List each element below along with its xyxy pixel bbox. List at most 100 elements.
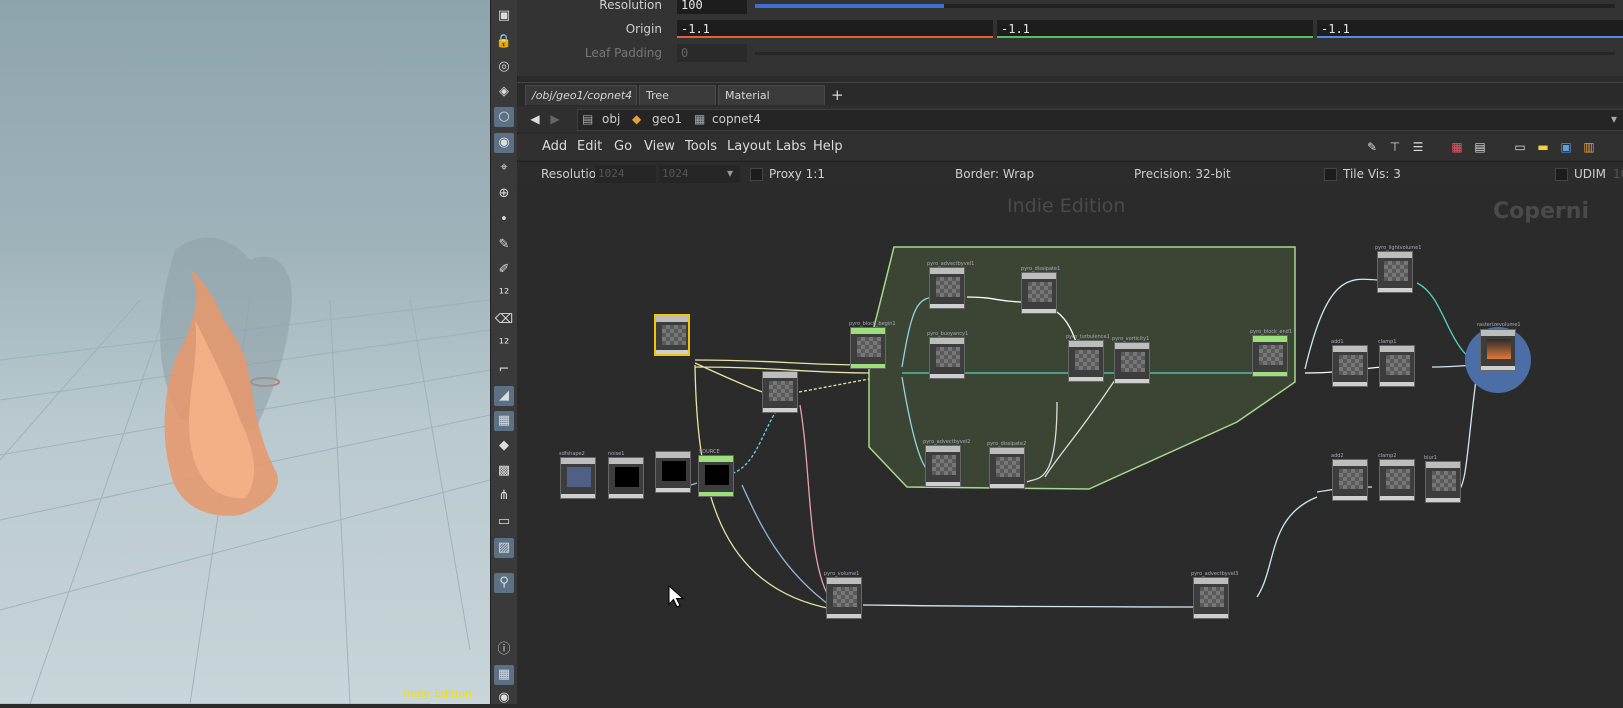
- node-dissipate-2[interactable]: [989, 447, 1025, 489]
- details-icon[interactable]: ▤: [1472, 139, 1488, 155]
- menu-labs[interactable]: Labs: [776, 134, 806, 160]
- tilevis-checkbox[interactable]: [1324, 168, 1337, 181]
- node-lightvolume[interactable]: [1377, 251, 1413, 293]
- menu-edit[interactable]: Edit: [577, 134, 602, 160]
- tree-icon[interactable]: ⊤: [1387, 139, 1403, 155]
- precision-label[interactable]: Precision: 32-bit: [1134, 167, 1231, 181]
- node-block-end[interactable]: [1252, 335, 1288, 377]
- pin-icon[interactable]: ⚲: [494, 573, 514, 593]
- node-advect-2[interactable]: [925, 445, 961, 487]
- res-x-field[interactable]: 1024: [595, 165, 656, 183]
- frame-icon[interactable]: ▭: [494, 512, 514, 532]
- lock-icon[interactable]: 🔒: [494, 32, 514, 52]
- copnet-icon: ▦: [694, 112, 706, 126]
- menu-view[interactable]: View: [644, 134, 675, 160]
- eraser-icon[interactable]: ⌫: [494, 310, 514, 330]
- diamond-icon[interactable]: ◆: [494, 436, 514, 456]
- palette-icon[interactable]: ▥: [1581, 139, 1597, 155]
- network-box-icon[interactable]: ▭: [1512, 139, 1528, 155]
- node-blur[interactable]: [1425, 461, 1461, 503]
- tab-copnet4[interactable]: /obj/geo1/copnet4×: [525, 85, 651, 105]
- udim-checkbox[interactable]: [1555, 168, 1568, 181]
- tab-material-palette[interactable]: Material Palette×: [718, 85, 825, 122]
- node-advect[interactable]: [929, 267, 965, 309]
- chevron-down-icon[interactable]: ▾: [1611, 112, 1617, 126]
- tab-tree-view[interactable]: Tree View×: [639, 85, 716, 122]
- label-icon[interactable]: ¹²: [494, 335, 514, 355]
- path-item-obj[interactable]: obj: [602, 112, 620, 126]
- node-add-2[interactable]: [1332, 459, 1368, 501]
- node-icon[interactable]: ⋔: [494, 486, 514, 506]
- node-turbulence[interactable]: [1068, 340, 1104, 382]
- node-advect-first[interactable]: [762, 371, 798, 413]
- leaf-padding-field[interactable]: 0: [677, 44, 747, 62]
- menu-layout[interactable]: Layout: [727, 134, 771, 160]
- menu-go[interactable]: Go: [614, 134, 632, 160]
- select-tool-icon[interactable]: ▣: [494, 6, 514, 26]
- node-source[interactable]: [698, 455, 734, 497]
- back-arrow-icon[interactable]: ◀: [527, 111, 543, 127]
- node-sdfshape[interactable]: [560, 457, 596, 499]
- handle-icon[interactable]: ⊕: [494, 184, 514, 204]
- brush-icon[interactable]: ✎: [494, 235, 514, 255]
- headlight-icon[interactable]: ◈: [494, 82, 514, 102]
- node-source-input[interactable]: [654, 314, 690, 356]
- menu-tools[interactable]: Tools: [685, 134, 717, 160]
- node-label: blur1: [1424, 455, 1437, 461]
- node-advect-3[interactable]: [1193, 577, 1229, 619]
- camera-icon[interactable]: ◉: [494, 133, 514, 153]
- grid-view-icon[interactable]: ▦: [1449, 139, 1465, 155]
- node-label: clamp2: [1378, 453, 1397, 459]
- menu-help[interactable]: Help: [813, 134, 843, 160]
- texture-icon[interactable]: ▦: [494, 411, 514, 431]
- snap-icon[interactable]: ⌖: [494, 158, 514, 178]
- light-bulb-icon[interactable]: ◎: [494, 57, 514, 77]
- 3d-viewport[interactable]: Indie Edition: [0, 0, 490, 704]
- layout-icon[interactable]: ▦: [494, 665, 514, 685]
- light-icon[interactable]: ○: [494, 107, 514, 127]
- image-icon[interactable]: ▨: [494, 538, 514, 558]
- origin-x-field[interactable]: -1.1: [677, 20, 993, 38]
- grid-icon[interactable]: ▩: [494, 461, 514, 481]
- origin-label: Origin: [625, 22, 662, 36]
- forward-arrow-icon[interactable]: ▶: [547, 111, 563, 127]
- wrench-icon[interactable]: ✎: [1364, 139, 1380, 155]
- point-icon[interactable]: •: [494, 210, 514, 230]
- node-generator[interactable]: [655, 451, 691, 493]
- node-buoyancy[interactable]: [929, 337, 965, 379]
- measure-icon[interactable]: ⌐: [494, 360, 514, 380]
- list-icon[interactable]: ☰: [1410, 139, 1426, 155]
- node-block-begin[interactable]: [850, 327, 886, 369]
- node-label: sdfshape2: [559, 451, 585, 457]
- node-volume[interactable]: [826, 577, 862, 619]
- chevron-down-icon[interactable]: ▾: [727, 166, 733, 180]
- resolution-field[interactable]: 100: [677, 0, 747, 14]
- border-label[interactable]: Border: Wrap: [955, 167, 1034, 181]
- node-noise[interactable]: [608, 457, 644, 499]
- number-icon[interactable]: ¹²: [494, 285, 514, 305]
- pen-icon[interactable]: ✐: [494, 260, 514, 280]
- node-clamp-2[interactable]: [1379, 459, 1415, 501]
- parameter-panel: Resolution 100 Origin -1.1 -1.1 -1.1 Lea…: [517, 0, 1623, 76]
- proxy-checkbox[interactable]: [750, 168, 763, 181]
- origin-z-field[interactable]: -1.1: [1317, 20, 1623, 38]
- node-label: add2: [1331, 453, 1344, 459]
- origin-y-field[interactable]: -1.1: [997, 20, 1313, 38]
- menu-add[interactable]: Add: [542, 134, 567, 160]
- eye-icon[interactable]: ◉: [494, 688, 514, 708]
- sticky-note-icon[interactable]: ▬: [1535, 139, 1551, 155]
- node-rasterize-output[interactable]: [1480, 329, 1516, 371]
- path-item-geo1[interactable]: geo1: [652, 112, 682, 126]
- path-item-copnet4[interactable]: copnet4: [712, 112, 761, 126]
- leaf-padding-slider[interactable]: [755, 52, 1615, 55]
- node-dissipate[interactable]: [1021, 272, 1057, 314]
- node-clamp-1[interactable]: [1379, 345, 1415, 387]
- image-icon[interactable]: ▣: [1558, 139, 1574, 155]
- add-tab-button[interactable]: +: [828, 85, 848, 105]
- shading-icon[interactable]: ◢: [494, 386, 514, 406]
- resolution-slider[interactable]: [755, 4, 1615, 8]
- info-icon[interactable]: ⓘ: [494, 640, 514, 660]
- network-editor[interactable]: Indie Edition Coperni sdfshape2 noise1 S…: [517, 187, 1623, 704]
- node-add-1[interactable]: [1332, 345, 1368, 387]
- node-vorticity[interactable]: [1114, 342, 1150, 384]
